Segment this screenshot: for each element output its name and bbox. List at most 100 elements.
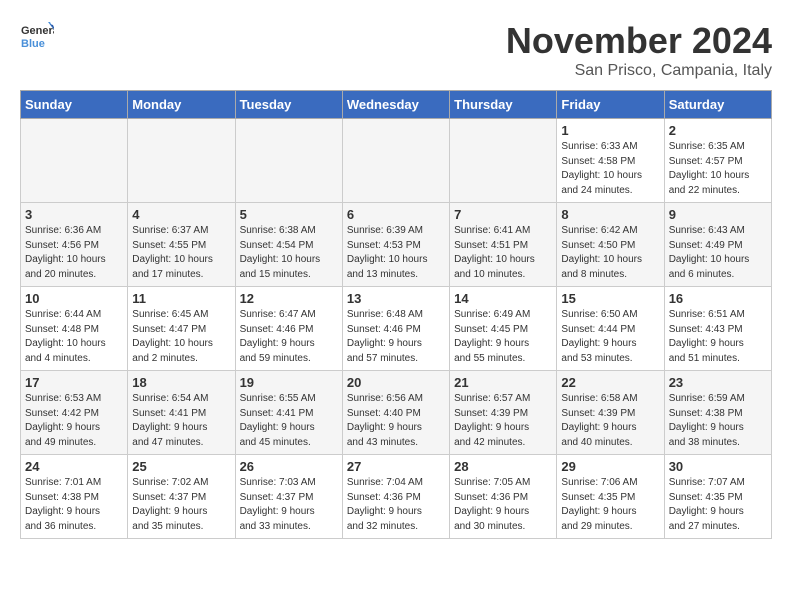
day-info: Sunrise: 6:33 AM Sunset: 4:58 PM Dayligh…	[561, 140, 659, 198]
location: San Prisco, Campania, Italy	[506, 62, 772, 80]
day-info: Sunrise: 7:05 AM Sunset: 4:36 PM Dayligh…	[454, 476, 552, 534]
day-info: Sunrise: 6:51 AM Sunset: 4:43 PM Dayligh…	[669, 308, 767, 366]
day-cell: 5 Sunrise: 6:38 AM Sunset: 4:54 PM Daylig…	[235, 203, 342, 287]
logo: General Blue	[20, 20, 54, 54]
day-info: Sunrise: 7:06 AM Sunset: 4:35 PM Dayligh…	[561, 476, 659, 534]
svg-text:General: General	[21, 25, 54, 37]
day-number: 22	[561, 375, 659, 390]
day-number: 30	[669, 459, 767, 474]
month-title: November 2024	[506, 20, 772, 62]
weekday-header: Friday	[557, 91, 664, 119]
day-number: 17	[25, 375, 123, 390]
day-cell: 13 Sunrise: 6:48 AM Sunset: 4:46 PM Dayli…	[342, 287, 449, 371]
day-cell: 23 Sunrise: 6:59 AM Sunset: 4:38 PM Dayli…	[664, 371, 771, 455]
day-cell: 10 Sunrise: 6:44 AM Sunset: 4:48 PM Dayli…	[21, 287, 128, 371]
weekday-header: Tuesday	[235, 91, 342, 119]
day-info: Sunrise: 6:37 AM Sunset: 4:55 PM Dayligh…	[132, 224, 230, 282]
day-cell: 26 Sunrise: 7:03 AM Sunset: 4:37 PM Dayli…	[235, 455, 342, 539]
day-info: Sunrise: 6:50 AM Sunset: 4:44 PM Dayligh…	[561, 308, 659, 366]
empty-cell	[235, 119, 342, 203]
day-cell: 19 Sunrise: 6:55 AM Sunset: 4:41 PM Dayli…	[235, 371, 342, 455]
day-cell: 3 Sunrise: 6:36 AM Sunset: 4:56 PM Daylig…	[21, 203, 128, 287]
day-number: 11	[132, 291, 230, 306]
weekday-header: Saturday	[664, 91, 771, 119]
day-info: Sunrise: 6:35 AM Sunset: 4:57 PM Dayligh…	[669, 140, 767, 198]
day-info: Sunrise: 6:36 AM Sunset: 4:56 PM Dayligh…	[25, 224, 123, 282]
day-cell: 14Sunrise: 6:49 AM Sunset: 4:45 PM Dayli…	[450, 287, 557, 371]
day-cell: 16 Sunrise: 6:51 AM Sunset: 4:43 PM Dayli…	[664, 287, 771, 371]
header: General Blue November 2024 San Prisco, C…	[20, 20, 772, 80]
logo-icon: General Blue	[20, 20, 54, 54]
day-info: Sunrise: 6:38 AM Sunset: 4:54 PM Dayligh…	[240, 224, 338, 282]
day-number: 13	[347, 291, 445, 306]
day-info: Sunrise: 6:48 AM Sunset: 4:46 PM Dayligh…	[347, 308, 445, 366]
day-info: Sunrise: 6:58 AM Sunset: 4:39 PM Dayligh…	[561, 392, 659, 450]
day-number: 27	[347, 459, 445, 474]
day-cell: 11 Sunrise: 6:45 AM Sunset: 4:47 PM Dayli…	[128, 287, 235, 371]
day-number: 7	[454, 207, 552, 222]
day-number: 23	[669, 375, 767, 390]
day-info: Sunrise: 7:04 AM Sunset: 4:36 PM Dayligh…	[347, 476, 445, 534]
day-number: 9	[669, 207, 767, 222]
day-number: 2	[669, 123, 767, 138]
weekday-header: Monday	[128, 91, 235, 119]
day-cell: 17 Sunrise: 6:53 AM Sunset: 4:42 PM Dayli…	[21, 371, 128, 455]
day-number: 28	[454, 459, 552, 474]
day-cell: 21Sunrise: 6:57 AM Sunset: 4:39 PM Dayli…	[450, 371, 557, 455]
day-cell: 9 Sunrise: 6:43 AM Sunset: 4:49 PM Daylig…	[664, 203, 771, 287]
day-info: Sunrise: 6:56 AM Sunset: 4:40 PM Dayligh…	[347, 392, 445, 450]
weekday-header: Thursday	[450, 91, 557, 119]
day-info: Sunrise: 6:53 AM Sunset: 4:42 PM Dayligh…	[25, 392, 123, 450]
calendar: SundayMondayTuesdayWednesdayThursdayFrid…	[20, 90, 772, 539]
svg-text:Blue: Blue	[21, 38, 45, 50]
day-cell: 28 Sunrise: 7:05 AM Sunset: 4:36 PM Dayli…	[450, 455, 557, 539]
day-cell: 22 Sunrise: 6:58 AM Sunset: 4:39 PM Dayli…	[557, 371, 664, 455]
day-number: 20	[347, 375, 445, 390]
day-number: 29	[561, 459, 659, 474]
day-info: Sunrise: 6:49 AM Sunset: 4:45 PM Dayligh…	[454, 308, 552, 366]
weekday-header: Sunday	[21, 91, 128, 119]
day-cell: 20 Sunrise: 6:56 AM Sunset: 4:40 PM Dayli…	[342, 371, 449, 455]
day-info: Sunrise: 6:41 AM Sunset: 4:51 PM Dayligh…	[454, 224, 552, 282]
day-number: 24	[25, 459, 123, 474]
title-area: November 2024 San Prisco, Campania, Ital…	[506, 20, 772, 80]
day-info: Sunrise: 6:43 AM Sunset: 4:49 PM Dayligh…	[669, 224, 767, 282]
day-cell: 24 Sunrise: 7:01 AM Sunset: 4:38 PM Dayli…	[21, 455, 128, 539]
day-info: Sunrise: 6:59 AM Sunset: 4:38 PM Dayligh…	[669, 392, 767, 450]
empty-cell	[342, 119, 449, 203]
day-cell: 7 Sunrise: 6:41 AM Sunset: 4:51 PM Daylig…	[450, 203, 557, 287]
day-info: Sunrise: 7:07 AM Sunset: 4:35 PM Dayligh…	[669, 476, 767, 534]
day-cell: 29 Sunrise: 7:06 AM Sunset: 4:35 PM Dayli…	[557, 455, 664, 539]
day-number: 16	[669, 291, 767, 306]
day-info: Sunrise: 7:03 AM Sunset: 4:37 PM Dayligh…	[240, 476, 338, 534]
day-info: Sunrise: 6:55 AM Sunset: 4:41 PM Dayligh…	[240, 392, 338, 450]
day-number: 4	[132, 207, 230, 222]
day-info: Sunrise: 6:47 AM Sunset: 4:46 PM Dayligh…	[240, 308, 338, 366]
day-cell: 2 Sunrise: 6:35 AM Sunset: 4:57 PM Daylig…	[664, 119, 771, 203]
day-cell: 25Sunrise: 7:02 AM Sunset: 4:37 PM Dayli…	[128, 455, 235, 539]
day-number: 1	[561, 123, 659, 138]
day-info: Sunrise: 7:01 AM Sunset: 4:38 PM Dayligh…	[25, 476, 123, 534]
day-number: 3	[25, 207, 123, 222]
day-cell: 15Sunrise: 6:50 AM Sunset: 4:44 PM Dayli…	[557, 287, 664, 371]
day-cell: 4 Sunrise: 6:37 AM Sunset: 4:55 PM Daylig…	[128, 203, 235, 287]
day-cell: 1 Sunrise: 6:33 AM Sunset: 4:58 PM Daylig…	[557, 119, 664, 203]
day-cell: 18Sunrise: 6:54 AM Sunset: 4:41 PM Dayli…	[128, 371, 235, 455]
weekday-header: Wednesday	[342, 91, 449, 119]
empty-cell	[450, 119, 557, 203]
day-number: 18	[132, 375, 230, 390]
day-cell: 30 Sunrise: 7:07 AM Sunset: 4:35 PM Dayli…	[664, 455, 771, 539]
day-info: Sunrise: 6:44 AM Sunset: 4:48 PM Dayligh…	[25, 308, 123, 366]
day-number: 10	[25, 291, 123, 306]
day-cell: 12Sunrise: 6:47 AM Sunset: 4:46 PM Dayli…	[235, 287, 342, 371]
day-number: 26	[240, 459, 338, 474]
day-number: 6	[347, 207, 445, 222]
day-number: 5	[240, 207, 338, 222]
day-info: Sunrise: 6:42 AM Sunset: 4:50 PM Dayligh…	[561, 224, 659, 282]
day-number: 21	[454, 375, 552, 390]
day-info: Sunrise: 6:45 AM Sunset: 4:47 PM Dayligh…	[132, 308, 230, 366]
day-info: Sunrise: 7:02 AM Sunset: 4:37 PM Dayligh…	[132, 476, 230, 534]
day-number: 19	[240, 375, 338, 390]
empty-cell	[128, 119, 235, 203]
day-cell: 27 Sunrise: 7:04 AM Sunset: 4:36 PM Dayli…	[342, 455, 449, 539]
